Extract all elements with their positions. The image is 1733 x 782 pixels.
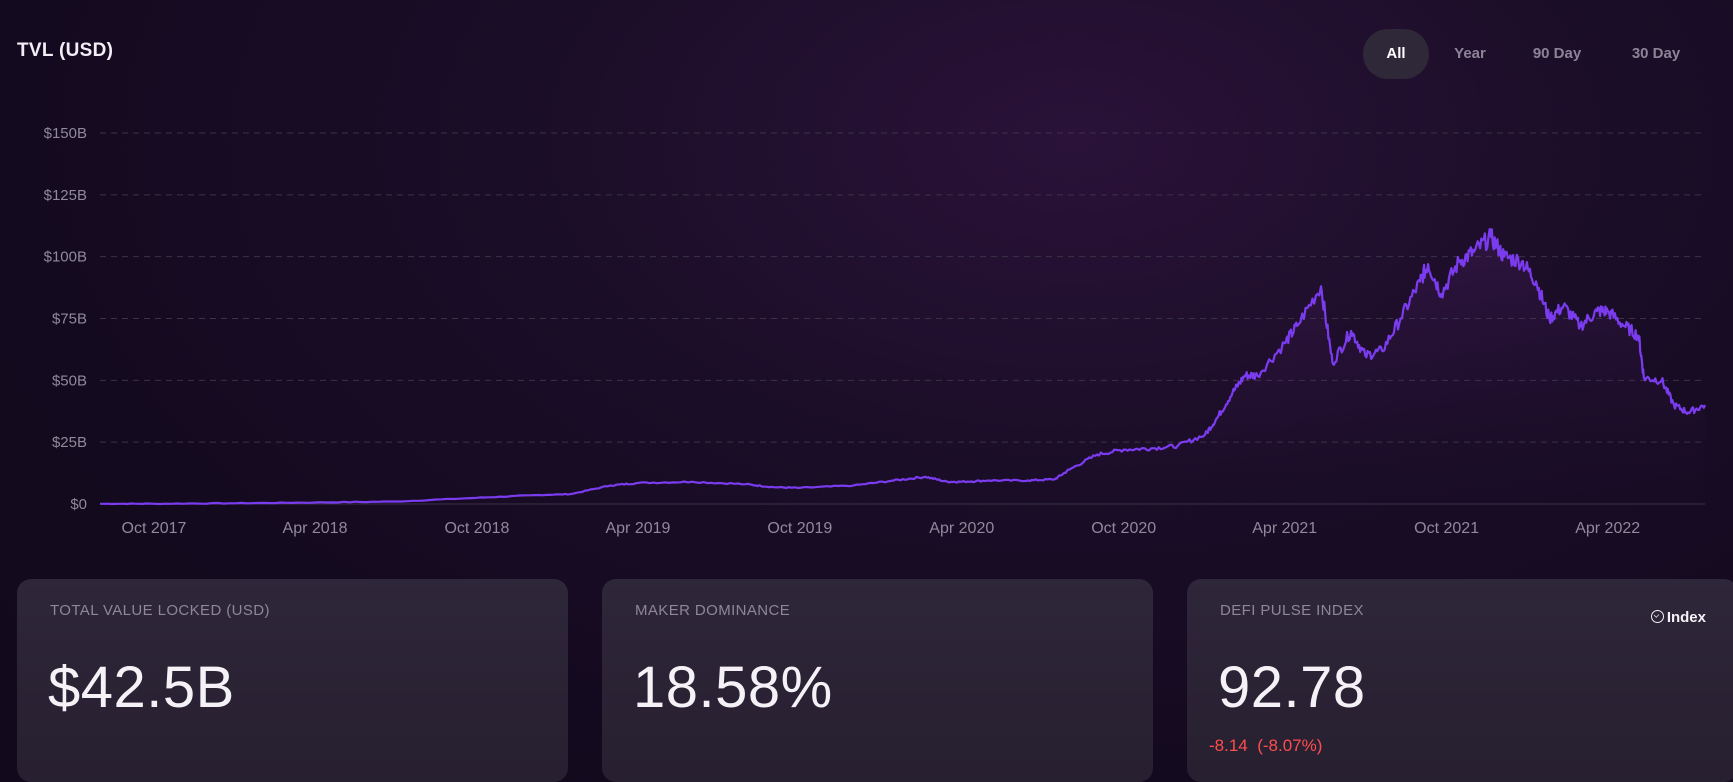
x-tick-label: Oct 2021 [1414, 520, 1479, 537]
x-tick-label: Apr 2021 [1252, 520, 1317, 537]
y-axis: $0 $25B $50B $75B $100B $125B $150B [44, 125, 87, 513]
tvl-chart: $0 $25B $50B $75B $100B $125B $150B Oct 2017 Ap… [44, 125, 1707, 537]
y-tick-label: $150B [44, 125, 87, 142]
defi-pulse-index-value: 92.78 [1218, 655, 1366, 720]
x-tick-label: Oct 2019 [767, 520, 832, 537]
x-tick-label: Apr 2020 [929, 520, 994, 537]
x-tick-label: Oct 2017 [122, 520, 187, 537]
defi-pulse-index-change: -8.14 (-8.07%) [1209, 736, 1323, 755]
y-tick-label: $25B [52, 434, 87, 451]
defi-pulse-index-card: DEFI PULSE INDEX Index 92.78 -8.14 (-8.0… [1187, 579, 1733, 782]
x-tick-label: Oct 2018 [444, 520, 509, 537]
defi-pulse-index-label: DEFI PULSE INDEX [1220, 602, 1364, 619]
check-circle-icon [1650, 610, 1664, 623]
x-tick-label: Apr 2019 [605, 520, 670, 537]
total-value-locked-label: TOTAL VALUE LOCKED (USD) [50, 602, 270, 619]
x-axis: Oct 2017 Apr 2018 Oct 2018 Apr 2019 Oct 2019… [122, 520, 1641, 537]
y-tick-label: $75B [52, 311, 87, 328]
y-tick-label: $50B [52, 372, 87, 389]
maker-dominance-label: MAKER DOMINANCE [635, 602, 791, 619]
y-tick-label: $0 [70, 496, 87, 513]
x-tick-label: Apr 2018 [283, 520, 348, 537]
tvl-area [100, 229, 1705, 504]
maker-dominance-value: 18.58% [633, 655, 833, 720]
index-link-label: Index [1666, 609, 1706, 626]
total-value-locked-card: TOTAL VALUE LOCKED (USD) $42.5B [17, 579, 568, 782]
y-tick-label: $100B [44, 249, 87, 266]
total-value-locked-value: $42.5B [48, 655, 235, 720]
index-link[interactable]: Index [1650, 609, 1706, 626]
x-tick-label: Apr 2022 [1575, 520, 1640, 537]
y-tick-label: $125B [44, 187, 87, 204]
x-tick-label: Oct 2020 [1091, 520, 1156, 537]
maker-dominance-card: MAKER DOMINANCE 18.58% [602, 579, 1153, 782]
